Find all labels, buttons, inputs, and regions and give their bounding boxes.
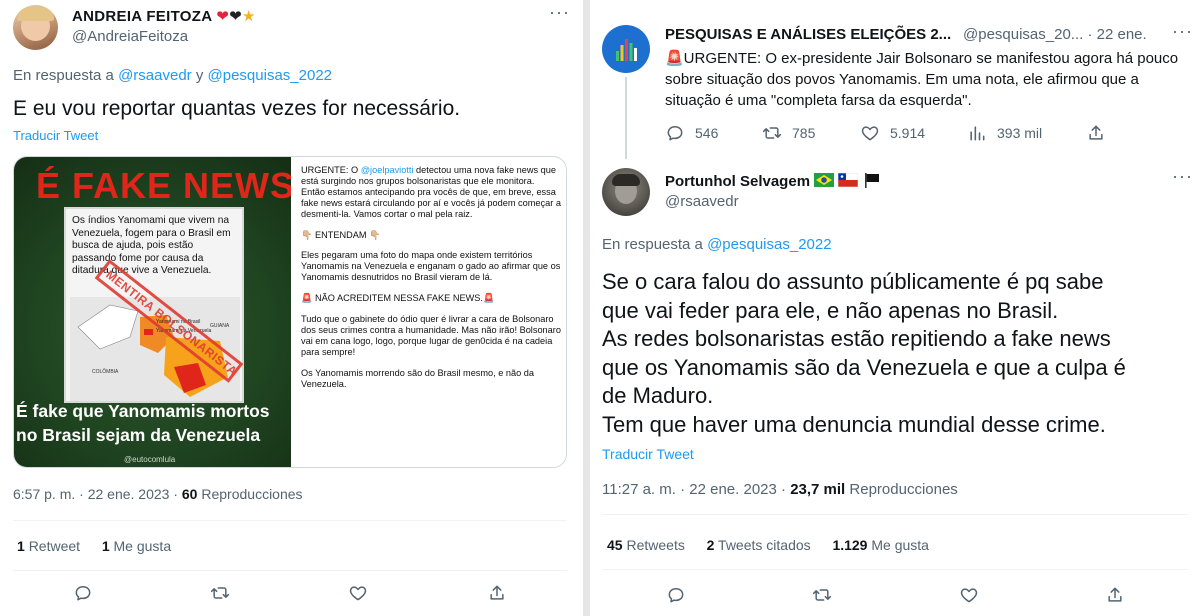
reply-button[interactable] — [73, 583, 93, 603]
tweet-meta: 6:57 p. m. · 22 ene. 2023 · 60 Reproducc… — [13, 486, 303, 502]
divider — [602, 514, 1188, 515]
quote-text: Os índios Yanomami que vivem na Venezuel… — [72, 215, 231, 277]
views-count: 23,7 mil — [790, 481, 846, 498]
tweet-text: E eu vou reportar quantas vezes for nece… — [13, 97, 461, 120]
star-icon: ★ — [242, 8, 256, 25]
timestamp[interactable]: 11:27 a. m. · 22 ene. 2023 · — [602, 481, 786, 498]
map-label: GUIANA — [210, 323, 230, 329]
fake-news-image: É FAKE NEWS Os índios Yanomami que vivem… — [14, 157, 291, 467]
tweet-date[interactable]: · 22 ene. — [1087, 26, 1146, 43]
mention-link[interactable]: @pesquisas_2022 — [707, 236, 831, 253]
heart-icon — [349, 586, 367, 601]
more-options-icon[interactable]: ··· — [1172, 21, 1193, 42]
red-heart-icon: ❤ — [216, 8, 230, 25]
share-button[interactable] — [1105, 585, 1125, 605]
like-button[interactable]: 5.914 — [860, 123, 925, 143]
bar-chart-logo-icon — [616, 39, 637, 61]
media-card[interactable]: É FAKE NEWS Os índios Yanomami que vivem… — [13, 156, 567, 468]
avatar[interactable] — [13, 5, 58, 50]
views-count: 60 — [181, 486, 198, 502]
mention-link[interactable]: @joelpaviotti — [361, 165, 414, 175]
reply-icon — [668, 588, 684, 603]
retweet-icon — [812, 589, 832, 601]
author-name[interactable]: Portunhol Selvagem — [665, 172, 881, 192]
reply-context: En respuesta a @pesquisas_2022 — [602, 236, 832, 253]
reply-icon — [667, 126, 683, 141]
retweet-icon — [762, 127, 782, 139]
share-button[interactable] — [1086, 123, 1106, 143]
mention-link[interactable]: @rsaavedr — [118, 67, 192, 84]
retweets-stat[interactable]: 1 Retweet — [17, 538, 80, 554]
black-heart-icon: ❤ — [229, 8, 242, 25]
avatar[interactable] — [602, 168, 650, 216]
share-icon — [490, 585, 504, 600]
chile-flag-icon — [838, 172, 859, 191]
reply-icon — [75, 586, 91, 601]
retweet-button[interactable]: 785 — [762, 123, 815, 143]
views-button[interactable]: 393 mil — [967, 123, 1042, 143]
media-caption: URGENTE: O @joelpaviotti detectou uma no… — [301, 165, 561, 389]
engagement-stats: 1 Retweet 1 Me gusta — [17, 538, 171, 554]
reply-button[interactable]: 546 — [665, 123, 718, 143]
mention-link[interactable]: @pesquisas_2022 — [208, 67, 332, 84]
author-name[interactable]: PESQUISAS E ANÁLISES ELEIÇÕES 2... — [665, 26, 951, 43]
retweet-count: 785 — [792, 125, 816, 141]
retweet-icon — [210, 587, 230, 599]
fake-claim-line-1: É fake que Yanomamis mortos — [16, 401, 270, 421]
watermark: @eutocomlula — [124, 455, 176, 464]
likes-stat[interactable]: 1.129 Me gusta — [832, 537, 929, 553]
avatar[interactable] — [602, 25, 650, 73]
analytics-icon — [970, 126, 985, 141]
reply-context: En respuesta a @rsaavedr y @pesquisas_20… — [13, 67, 332, 84]
tweet-meta: 11:27 a. m. · 22 ene. 2023 · 23,7 mil Re… — [602, 481, 958, 498]
reply-count: 546 — [695, 125, 719, 141]
views-count: 393 mil — [997, 125, 1043, 141]
like-count: 5.914 — [890, 125, 926, 141]
divider — [602, 569, 1188, 570]
like-button[interactable] — [959, 585, 979, 605]
tweet-text: 🚨URGENTE: O ex-presidente Jair Bolsonaro… — [665, 50, 1179, 109]
retweet-button[interactable] — [812, 585, 832, 605]
divider — [13, 570, 567, 571]
retweet-button[interactable] — [210, 583, 230, 603]
more-options-icon[interactable]: ··· — [1172, 166, 1193, 187]
quotes-stat[interactable]: 2 Tweets citados — [707, 537, 811, 553]
translate-link[interactable]: Traducir Tweet — [13, 128, 98, 143]
author-handle: @pesquisas_20... · 22 ene. — [963, 26, 1147, 43]
fake-news-headline: É FAKE NEWS — [36, 165, 291, 206]
brazil-flag-icon — [814, 173, 835, 191]
retweets-stat[interactable]: 45 Retweets — [607, 537, 685, 553]
divider — [13, 520, 567, 521]
fake-claim-line-2: no Brasil sejam da Venezuela — [16, 425, 261, 445]
like-button[interactable] — [348, 583, 368, 603]
share-icon — [1108, 587, 1122, 602]
likes-stat[interactable]: 1 Me gusta — [102, 538, 171, 554]
more-options-icon[interactable]: ··· — [549, 2, 570, 23]
reply-button[interactable] — [666, 585, 686, 605]
map-label: COLÔMBIA — [92, 369, 119, 375]
share-button[interactable] — [487, 583, 507, 603]
right-thread: PESQUISAS E ANÁLISES ELEIÇÕES 2... @pesq… — [590, 0, 1200, 616]
tweet-text: Se o cara falou do assunto públicamente … — [602, 269, 1126, 437]
panel-divider — [583, 0, 590, 616]
thread-line — [625, 77, 627, 159]
heart-icon — [861, 126, 879, 141]
translate-link[interactable]: Traducir Tweet — [602, 446, 694, 462]
black-flag-icon — [863, 172, 881, 192]
left-tweet: ANDREIA FEITOZA ❤❤★ @AndreiaFeitoza ··· … — [0, 0, 583, 616]
heart-icon — [960, 588, 978, 603]
engagement-stats: 45 Retweets 2 Tweets citados 1.129 Me gu… — [607, 537, 929, 553]
author-name[interactable]: ANDREIA FEITOZA ❤❤★ — [72, 7, 256, 25]
author-handle[interactable]: @rsaavedr — [665, 193, 739, 210]
share-icon — [1089, 125, 1103, 140]
timestamp[interactable]: 6:57 p. m. · 22 ene. 2023 · — [13, 486, 178, 502]
author-handle[interactable]: @AndreiaFeitoza — [72, 28, 188, 45]
